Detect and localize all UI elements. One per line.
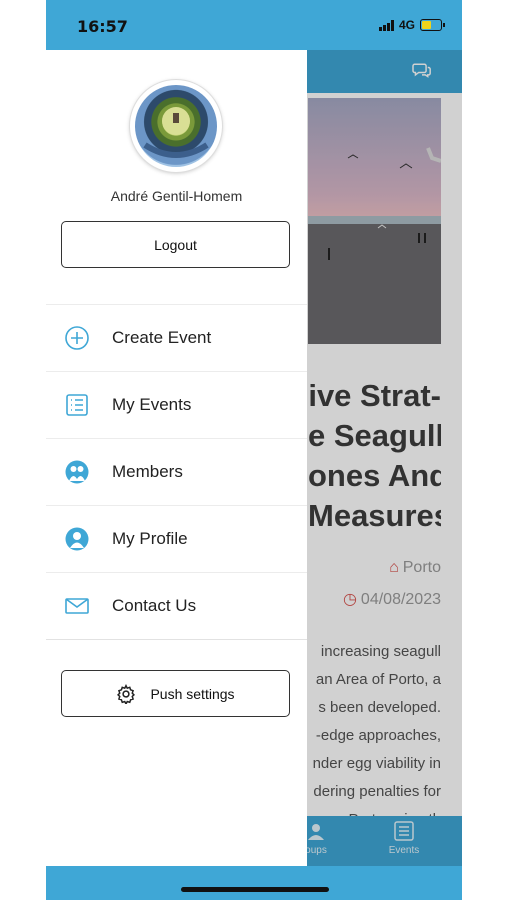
menu-item-contact-us[interactable]: Contact Us [46,572,307,640]
menu-item-label: My Profile [112,529,188,548]
article-headline: ive Strat- e Seagull ones And Measures [308,378,441,533]
store-icon: ⌂ [389,559,399,576]
network-label: 4G [398,18,415,32]
logout-button[interactable]: Logout [61,221,290,268]
menu-item-label: Create Event [112,328,212,347]
home-area [46,866,462,900]
list-icon [66,394,88,416]
status-bar: 16:57 4G [46,0,462,50]
avatar-image [135,85,217,167]
menu-item-create-event[interactable]: Create Event [46,304,307,371]
menu-item-label: My Events [112,395,192,414]
chat-icon[interactable] [412,61,432,79]
user-name: André Gentil-Homem [110,188,243,204]
clock-icon: ◷ [342,591,357,608]
menu-item-my-events[interactable]: My Events [46,371,307,438]
groups-icon [308,824,324,840]
phone-screen: 16:57 4G ive Strat- e Seagull ones And M… [46,0,462,900]
menu-item-label: Contact Us [112,596,197,615]
home-indicator[interactable] [181,887,329,892]
drawer-menu: Create Event My Events Members My Profil… [46,304,307,640]
signal-icon [378,19,394,31]
profile-icon [65,527,89,551]
menu-item-label: Members [112,462,183,481]
menu-item-my-profile[interactable]: My Profile [46,505,307,572]
plus-circle-icon [65,326,89,350]
avatar[interactable] [130,80,222,172]
members-icon [65,460,89,484]
status-time: 16:57 [77,17,128,36]
side-drawer: André Gentil-Homem Logout Create Event M… [46,50,307,866]
push-settings-label: Push settings [150,685,235,702]
mail-icon [65,598,89,614]
article-location: ⌂ Porto [389,559,441,576]
tab-events[interactable]: Events [384,820,424,856]
battery-icon [420,19,445,31]
menu-item-members[interactable]: Members [46,438,307,505]
events-icon [394,821,414,841]
push-settings-button[interactable]: Push settings [61,670,290,717]
article-body: increasing seagull an Area of Porto, a s… [312,643,441,828]
article-image [308,98,441,344]
gear-icon [117,683,136,704]
article-date: ◷ 04/08/2023 [342,591,441,608]
